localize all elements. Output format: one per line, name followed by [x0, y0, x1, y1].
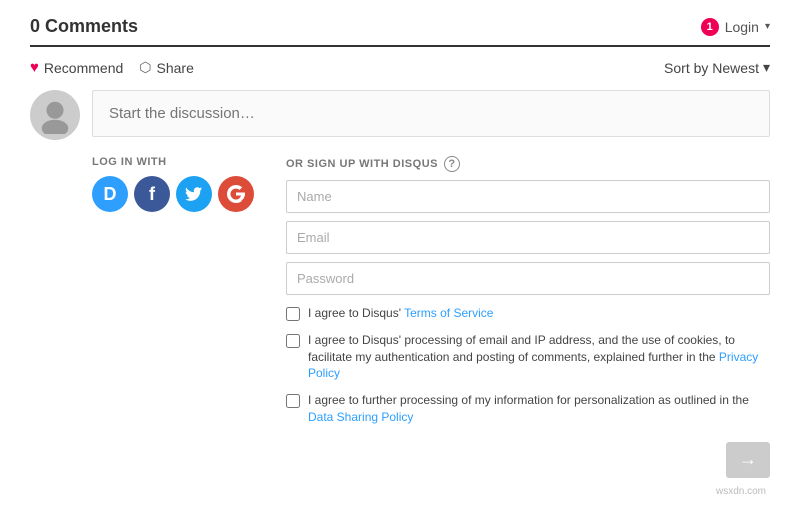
twitter-login-button[interactable] — [176, 176, 212, 212]
comments-header: 0 Comments 1 Login ▾ — [30, 16, 770, 47]
sort-label: Sort by Newest — [664, 60, 759, 76]
tos-checkbox[interactable] — [286, 307, 300, 321]
personalization-link[interactable]: Data Sharing Policy — [308, 410, 413, 424]
toolbar-left: ♥ Recommend ⬡ Share — [30, 59, 194, 76]
avatar — [30, 90, 80, 140]
log-in-with: LOG IN WITH D f — [92, 156, 254, 212]
google-login-button[interactable] — [218, 176, 254, 212]
privacy-text: I agree to Disqus' processing of email a… — [308, 332, 770, 382]
login-label: Login — [725, 19, 759, 35]
disqus-login-button[interactable]: D — [92, 176, 128, 212]
share-icon: ⬡ — [139, 59, 151, 76]
email-input[interactable] — [286, 221, 770, 254]
avatar-icon — [36, 96, 74, 134]
share-button[interactable]: ⬡ Share — [139, 59, 194, 76]
personalization-checkbox[interactable] — [286, 394, 300, 408]
facebook-login-button[interactable]: f — [134, 176, 170, 212]
toolbar: ♥ Recommend ⬡ Share Sort by Newest ▾ — [30, 59, 770, 76]
login-signup-section: LOG IN WITH D f — [92, 156, 770, 478]
password-input[interactable] — [286, 262, 770, 295]
recommend-button[interactable]: ♥ Recommend — [30, 59, 123, 76]
comment-input[interactable] — [92, 90, 770, 137]
recommend-label: Recommend — [44, 60, 123, 76]
tos-link[interactable]: Terms of Service — [404, 306, 493, 320]
log-in-label: LOG IN WITH — [92, 156, 254, 168]
privacy-checkbox[interactable] — [286, 334, 300, 348]
notification-badge: 1 — [701, 18, 719, 36]
signup-label: OR SIGN UP WITH DISQUS — [286, 158, 438, 170]
watermark-link[interactable]: wsxdn.com — [716, 486, 766, 497]
submit-row: → — [286, 442, 770, 478]
heart-icon: ♥ — [30, 59, 39, 76]
help-icon[interactable]: ? — [444, 156, 460, 172]
comments-count: 0 Comments — [30, 16, 138, 37]
personalization-checkbox-row: I agree to further processing of my info… — [286, 392, 770, 426]
signup-header: OR SIGN UP WITH DISQUS ? — [286, 156, 770, 172]
privacy-checkbox-row: I agree to Disqus' processing of email a… — [286, 332, 770, 382]
name-input[interactable] — [286, 180, 770, 213]
login-area[interactable]: 1 Login ▾ — [701, 18, 770, 36]
sort-dropdown[interactable]: Sort by Newest ▾ — [664, 59, 770, 76]
sort-chevron-icon: ▾ — [763, 59, 770, 76]
personalization-text: I agree to further processing of my info… — [308, 392, 770, 426]
tos-checkbox-row: I agree to Disqus' Terms of Service — [286, 305, 770, 322]
tos-text: I agree to Disqus' Terms of Service — [308, 305, 493, 322]
submit-button[interactable]: → — [726, 442, 770, 478]
watermark: wsxdn.com — [30, 486, 770, 497]
signup-section: OR SIGN UP WITH DISQUS ? I agree to Disq… — [286, 156, 770, 478]
social-icons: D f — [92, 176, 254, 212]
login-chevron-icon: ▾ — [765, 21, 770, 32]
share-label: Share — [157, 60, 194, 76]
comment-input-row — [30, 90, 770, 140]
